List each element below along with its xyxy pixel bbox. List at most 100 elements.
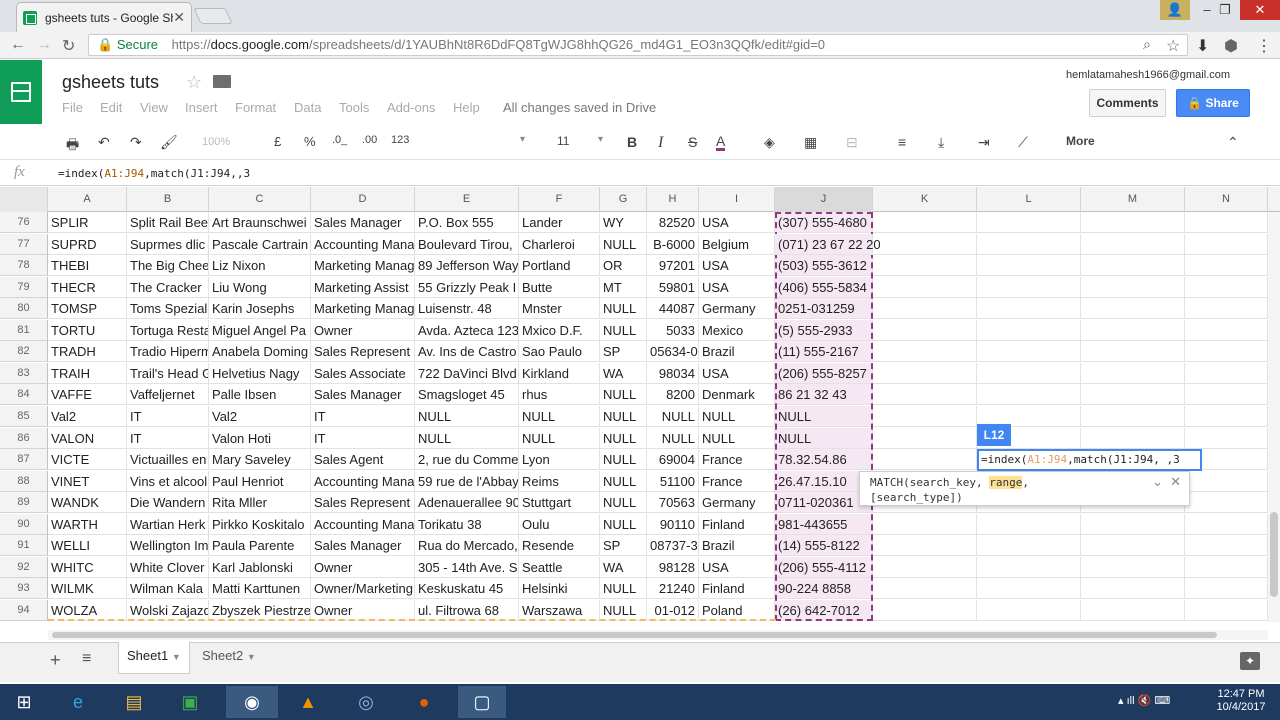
save-status[interactable]: All changes saved in Drive bbox=[503, 100, 656, 115]
table-cell[interactable]: Matti Karttunen bbox=[209, 578, 311, 599]
table-cell[interactable]: Karl Jablonski bbox=[209, 557, 311, 578]
percent-button[interactable]: % bbox=[304, 134, 316, 149]
column-header-j[interactable]: J bbox=[775, 187, 873, 212]
table-cell[interactable]: Sao Paulo bbox=[519, 341, 600, 362]
row-header[interactable]: 88 bbox=[0, 471, 48, 492]
table-cell[interactable]: Karin Josephs bbox=[209, 298, 311, 319]
table-cell[interactable]: 89 Jefferson Way bbox=[415, 255, 519, 276]
column-header-d[interactable]: D bbox=[311, 187, 415, 212]
menu-tools[interactable]: Tools bbox=[339, 100, 369, 115]
table-cell[interactable]: NULL bbox=[600, 384, 647, 405]
table-cell[interactable]: NULL bbox=[600, 471, 647, 492]
table-cell[interactable]: THECR bbox=[48, 277, 127, 298]
table-cell[interactable]: Seattle bbox=[519, 557, 600, 578]
table-cell[interactable]: The Cracker bbox=[127, 277, 209, 298]
table-cell[interactable]: Stuttgart bbox=[519, 492, 600, 513]
table-cell[interactable]: Zbyszek Piestrze bbox=[209, 600, 311, 621]
table-cell[interactable]: White Clover bbox=[127, 557, 209, 578]
table-cell[interactable] bbox=[1081, 514, 1185, 535]
table-cell[interactable]: Paula Parente bbox=[209, 535, 311, 556]
table-cell[interactable]: Sales Manager bbox=[311, 535, 415, 556]
column-header-b[interactable]: B bbox=[127, 187, 209, 212]
row-header[interactable]: 78 bbox=[0, 255, 48, 276]
table-cell[interactable]: (14) 555-8122 bbox=[775, 535, 873, 556]
table-cell[interactable]: VALON bbox=[48, 428, 127, 449]
table-cell[interactable]: 70563 bbox=[647, 492, 699, 513]
table-cell[interactable]: NULL bbox=[775, 406, 873, 427]
table-cell[interactable]: Mexico bbox=[699, 320, 775, 341]
zoom-icon[interactable]: ⌕ bbox=[1143, 36, 1151, 53]
table-cell[interactable] bbox=[873, 535, 977, 556]
table-cell[interactable] bbox=[1185, 341, 1268, 362]
table-cell[interactable]: 5033 bbox=[647, 320, 699, 341]
maximize-button[interactable]: ❐ bbox=[1210, 0, 1240, 20]
table-cell[interactable] bbox=[1081, 384, 1185, 405]
table-cell[interactable] bbox=[1185, 255, 1268, 276]
menu-view[interactable]: View bbox=[140, 100, 168, 115]
close-hint-icon[interactable]: ✕ bbox=[1170, 474, 1181, 489]
table-cell[interactable]: Wartian Herk bbox=[127, 514, 209, 535]
browser-tab[interactable]: gsheets tuts - Google Sh ✕ bbox=[16, 2, 192, 32]
table-cell[interactable] bbox=[977, 363, 1081, 384]
table-cell[interactable]: VINET bbox=[48, 471, 127, 492]
table-cell[interactable]: Marketing Manag bbox=[311, 255, 415, 276]
forward-icon[interactable]: → bbox=[36, 36, 52, 54]
table-cell[interactable]: Luisenstr. 48 bbox=[415, 298, 519, 319]
table-cell[interactable] bbox=[977, 277, 1081, 298]
table-cell[interactable]: 55 Grizzly Peak I bbox=[415, 277, 519, 298]
table-cell[interactable]: Resende bbox=[519, 535, 600, 556]
close-window-button[interactable]: ✕ bbox=[1240, 0, 1280, 20]
table-cell[interactable]: Brazil bbox=[699, 535, 775, 556]
table-cell[interactable] bbox=[873, 212, 977, 233]
table-cell[interactable]: France bbox=[699, 471, 775, 492]
table-cell[interactable] bbox=[1081, 212, 1185, 233]
table-cell[interactable]: Owner bbox=[311, 600, 415, 621]
table-cell[interactable] bbox=[1185, 600, 1268, 621]
download-icon[interactable]: ⬇ bbox=[1196, 36, 1209, 56]
table-cell[interactable]: NULL bbox=[600, 428, 647, 449]
sheet-menu-icon[interactable]: ▼ bbox=[172, 652, 181, 662]
vertical-align-icon[interactable]: ⤓ bbox=[938, 134, 944, 151]
table-cell[interactable] bbox=[1081, 600, 1185, 621]
table-cell[interactable]: SPLIR bbox=[48, 212, 127, 233]
extension-icon[interactable]: ⬢ bbox=[1224, 36, 1238, 56]
table-cell[interactable]: 08737-3 bbox=[647, 535, 699, 556]
row-header[interactable]: 82 bbox=[0, 341, 48, 362]
table-cell[interactable]: NULL bbox=[600, 449, 647, 470]
table-cell[interactable]: Mxico D.F. bbox=[519, 320, 600, 341]
table-cell[interactable]: Brazil bbox=[699, 341, 775, 362]
table-cell[interactable]: NULL bbox=[647, 428, 699, 449]
cell-editor-input[interactable]: =index(A1:J94,match(J1:J94, ,3 bbox=[977, 449, 1202, 471]
table-cell[interactable]: WA bbox=[600, 557, 647, 578]
table-cell[interactable]: Owner/Marketing bbox=[311, 578, 415, 599]
vlc-icon[interactable]: ▲ bbox=[288, 686, 328, 718]
chrome-icon[interactable]: ◉ bbox=[226, 686, 278, 718]
table-cell[interactable]: Suprmes dlic bbox=[127, 234, 209, 255]
table-cell[interactable]: Wolski Zajazd bbox=[127, 600, 209, 621]
table-cell[interactable]: Oulu bbox=[519, 514, 600, 535]
horizontal-scroll-thumb[interactable] bbox=[52, 632, 1217, 638]
table-cell[interactable]: NULL bbox=[600, 298, 647, 319]
column-header-h[interactable]: H bbox=[647, 187, 699, 212]
table-cell[interactable]: Sales Agent bbox=[311, 449, 415, 470]
table-cell[interactable]: NULL bbox=[600, 320, 647, 341]
table-cell[interactable] bbox=[977, 320, 1081, 341]
table-cell[interactable] bbox=[873, 514, 977, 535]
table-cell[interactable] bbox=[1081, 234, 1185, 255]
table-cell[interactable]: Sales Associate bbox=[311, 363, 415, 384]
table-cell[interactable]: WHITC bbox=[48, 557, 127, 578]
borders-icon[interactable]: ▦ bbox=[804, 134, 817, 151]
collapse-toolbar-icon[interactable]: ⌃ bbox=[1227, 134, 1239, 151]
table-cell[interactable] bbox=[1185, 471, 1268, 492]
table-cell[interactable]: 21240 bbox=[647, 578, 699, 599]
table-cell[interactable] bbox=[873, 406, 977, 427]
row-header[interactable]: 89 bbox=[0, 492, 48, 513]
table-cell[interactable]: OR bbox=[600, 255, 647, 276]
redo-icon[interactable]: ↷ bbox=[130, 134, 142, 151]
table-cell[interactable]: Pirkko Koskitalo bbox=[209, 514, 311, 535]
table-cell[interactable]: The Big Chee bbox=[127, 255, 209, 276]
table-cell[interactable]: Valon Hoti bbox=[209, 428, 311, 449]
menu-insert[interactable]: Insert bbox=[185, 100, 218, 115]
app-window-icon[interactable]: ▢ bbox=[458, 686, 506, 718]
table-cell[interactable]: NULL bbox=[519, 406, 600, 427]
